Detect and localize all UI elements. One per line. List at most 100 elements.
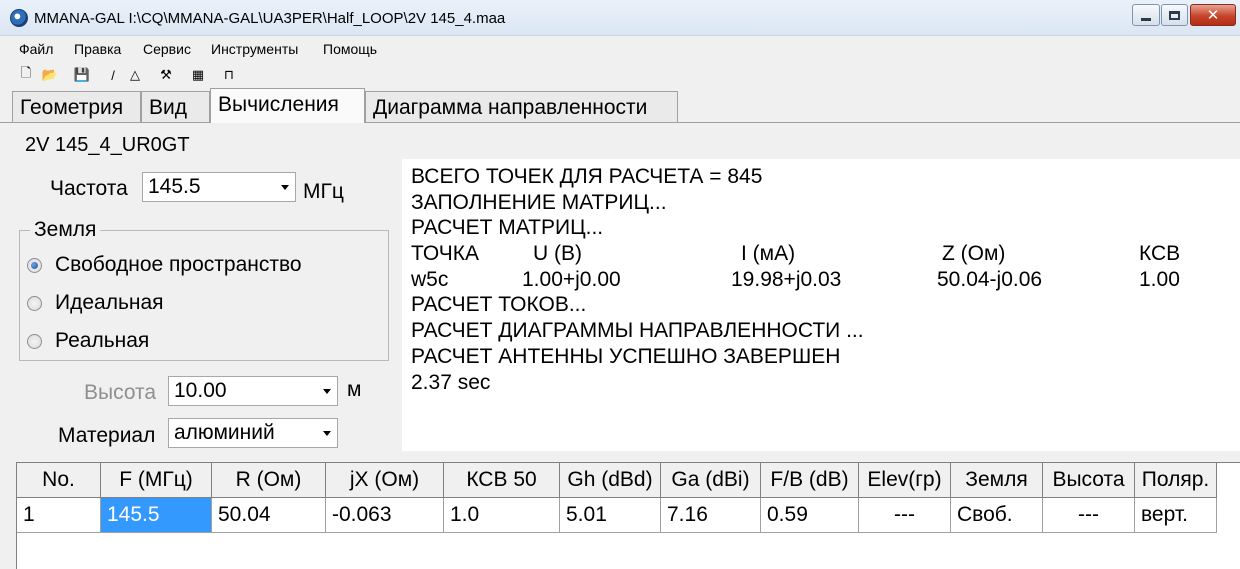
close-icon: ✕ — [1206, 6, 1220, 24]
height-unit: м — [347, 378, 362, 401]
table-cell-ground[interactable]: Своб. — [951, 498, 1043, 533]
chevron-down-icon[interactable] — [323, 431, 331, 436]
tab-view[interactable]: Вид — [141, 91, 210, 122]
minimize-button[interactable] — [1132, 4, 1160, 26]
chevron-down-icon[interactable] — [281, 185, 289, 190]
menu-file[interactable]: Файл — [19, 41, 53, 57]
table-cell-gh[interactable]: 5.01 — [560, 498, 661, 533]
log-header-voltage: U (В) — [533, 242, 582, 266]
log-voltage: 1.00+j0.00 — [522, 267, 621, 291]
maximize-icon — [1169, 10, 1180, 20]
tab-calculation[interactable]: Вычисления — [210, 88, 365, 123]
col-header-ground[interactable]: Земля — [951, 463, 1043, 498]
network-icon[interactable]: ⊓ — [220, 66, 238, 84]
window-title: MMANA-GAL I:\CQ\MMANA-GAL\UA3PER\Half_LO… — [34, 10, 506, 27]
ground-title: Земля — [30, 218, 101, 242]
radio-icon[interactable] — [27, 295, 42, 311]
tab-radiation-pattern[interactable]: Диаграмма направленности — [365, 91, 678, 122]
open-folder-icon[interactable]: 📂 — [41, 66, 59, 84]
radio-label: Свободное пространство — [55, 253, 302, 276]
menu-service[interactable]: Сервис — [143, 41, 191, 57]
col-header-height[interactable]: Высота — [1043, 463, 1135, 498]
material-label: Материал — [58, 424, 156, 447]
log-line: РАСЧЕТ ТОКОВ... — [411, 293, 587, 317]
log-header-row: ТОЧКА U (В) I (мА) Z (Ом) КСВ — [411, 241, 1240, 267]
radio-icon[interactable] — [27, 333, 42, 349]
table-cell-height[interactable]: --- — [1043, 498, 1135, 533]
log-line: РАСЧЕТ АНТЕННЫ УСПЕШНО ЗАВЕРШЕН — [411, 344, 841, 368]
log-swr: 1.00 — [1139, 267, 1180, 291]
radio-free-space[interactable]: Свободное пространство — [27, 253, 302, 277]
table-cell-swr[interactable]: 1.0 — [444, 498, 560, 533]
chevron-down-icon[interactable] — [323, 389, 331, 394]
calculator-icon[interactable]: ▦ — [189, 66, 207, 84]
new-file-icon[interactable]: 🗋 — [17, 65, 35, 84]
maximize-button[interactable] — [1161, 4, 1188, 26]
radio-ideal[interactable]: Идеальная — [27, 291, 164, 315]
height-value: 10.00 — [174, 379, 227, 402]
log-header-swr: КСВ — [1139, 242, 1181, 266]
frequency-combo[interactable]: 145.5 — [142, 172, 296, 202]
material-combo[interactable]: алюминий — [168, 418, 338, 448]
col-header-fb[interactable]: F/B (dB) — [761, 463, 859, 498]
material-value: алюминий — [174, 421, 275, 444]
tools-icon[interactable]: ⚒ — [157, 66, 175, 84]
app-logo-icon — [10, 9, 28, 27]
table-cell-ga[interactable]: 7.16 — [661, 498, 761, 533]
col-header-ga[interactable]: Ga (dBi) — [661, 463, 761, 498]
menu-bar: Файл Правка Сервис Инструменты Помощь — [0, 37, 1240, 61]
table-cell-frequency-selected[interactable]: 145.5 — [101, 498, 212, 533]
log-line: РАСЧЕТ МАТРИЦ... — [411, 216, 604, 240]
table-cell-reactance[interactable]: -0.063 — [326, 498, 444, 533]
radio-label: Реальная — [55, 329, 150, 352]
log-elapsed-time: 2.37 sec — [411, 370, 491, 394]
frequency-unit: МГц — [303, 180, 344, 203]
col-header-reactance[interactable]: jX (Ом) — [326, 463, 444, 498]
log-impedance: 50.04-j0.06 — [937, 267, 1043, 291]
radio-real[interactable]: Реальная — [27, 329, 149, 353]
table-cell-resistance[interactable]: 50.04 — [212, 498, 326, 533]
log-data-row: w5c 1.00+j0.00 19.98+j0.03 50.04-j0.06 1… — [411, 267, 1240, 293]
height-label: Высота — [84, 381, 157, 404]
frequency-value: 145.5 — [148, 175, 201, 198]
log-header-impedance: Z (Ом) — [942, 242, 1006, 266]
project-name: 2V 145_4_UR0GT — [25, 134, 190, 156]
log-header-current: I (мА) — [741, 242, 796, 266]
menu-help[interactable]: Помощь — [323, 41, 377, 57]
save-disk-icon[interactable]: 💾 — [73, 66, 91, 84]
menu-edit[interactable]: Правка — [74, 41, 121, 57]
col-header-no[interactable]: No. — [17, 463, 101, 498]
log-current: 19.98+j0.03 — [731, 267, 842, 291]
tab-strip: Геометрия Вид Вычисления Диаграмма напра… — [0, 88, 1240, 123]
calculation-log[interactable]: ВСЕГО ТОЧЕК ДЛЯ РАСЧЕТА = 845 ЗАПОЛНЕНИЕ… — [402, 159, 1240, 451]
log-line: ЗАПОЛНЕНИЕ МАТРИЦ... — [411, 190, 667, 214]
table-cell-polarization[interactable]: верт. — [1135, 498, 1217, 533]
log-point: w5c — [411, 267, 449, 291]
close-button[interactable]: ✕ — [1190, 4, 1236, 26]
radio-label: Идеальная — [55, 291, 164, 314]
radio-checked-icon[interactable] — [27, 257, 42, 273]
toolbar: 🗋 📂 💾 / △ ⚒ ▦ ⊓ — [0, 63, 1240, 87]
col-header-resistance[interactable]: R (Ом) — [212, 463, 326, 498]
title-bar[interactable]: MMANA-GAL I:\CQ\MMANA-GAL\UA3PER\Half_LO… — [0, 0, 1240, 36]
col-header-swr[interactable]: КСВ 50 — [444, 463, 560, 498]
minimize-icon — [1141, 17, 1151, 21]
col-header-gh[interactable]: Gh (dBd) — [560, 463, 661, 498]
results-table[interactable]: No. F (МГц) R (Ом) jX (Ом) КСВ 50 Gh (dB… — [16, 462, 1240, 569]
height-combo[interactable]: 10.00 — [168, 376, 338, 406]
frequency-label: Частота — [50, 177, 128, 200]
log-line: ВСЕГО ТОЧЕК ДЛЯ РАСЧЕТА = 845 — [411, 165, 763, 188]
col-header-frequency[interactable]: F (МГц) — [101, 463, 212, 498]
col-header-polarization[interactable]: Поляр. — [1135, 463, 1217, 498]
menu-tools[interactable]: Инструменты — [211, 41, 298, 57]
log-header-point: ТОЧКА — [411, 242, 479, 266]
col-header-elevation[interactable]: Elev(гр) — [859, 463, 951, 498]
tab-geometry[interactable]: Геометрия — [12, 91, 141, 122]
log-line: РАСЧЕТ ДИАГРАММЫ НАПРАВЛЕННОСТИ ... — [411, 319, 864, 343]
draw-line-icon[interactable]: / — [104, 66, 122, 84]
table-cell-fb[interactable]: 0.59 — [761, 498, 859, 533]
table-cell-elevation[interactable]: --- — [859, 498, 951, 533]
tab-divider — [0, 122, 1240, 123]
table-cell-no[interactable]: 1 — [17, 498, 101, 533]
triangle-icon[interactable]: △ — [126, 66, 144, 84]
